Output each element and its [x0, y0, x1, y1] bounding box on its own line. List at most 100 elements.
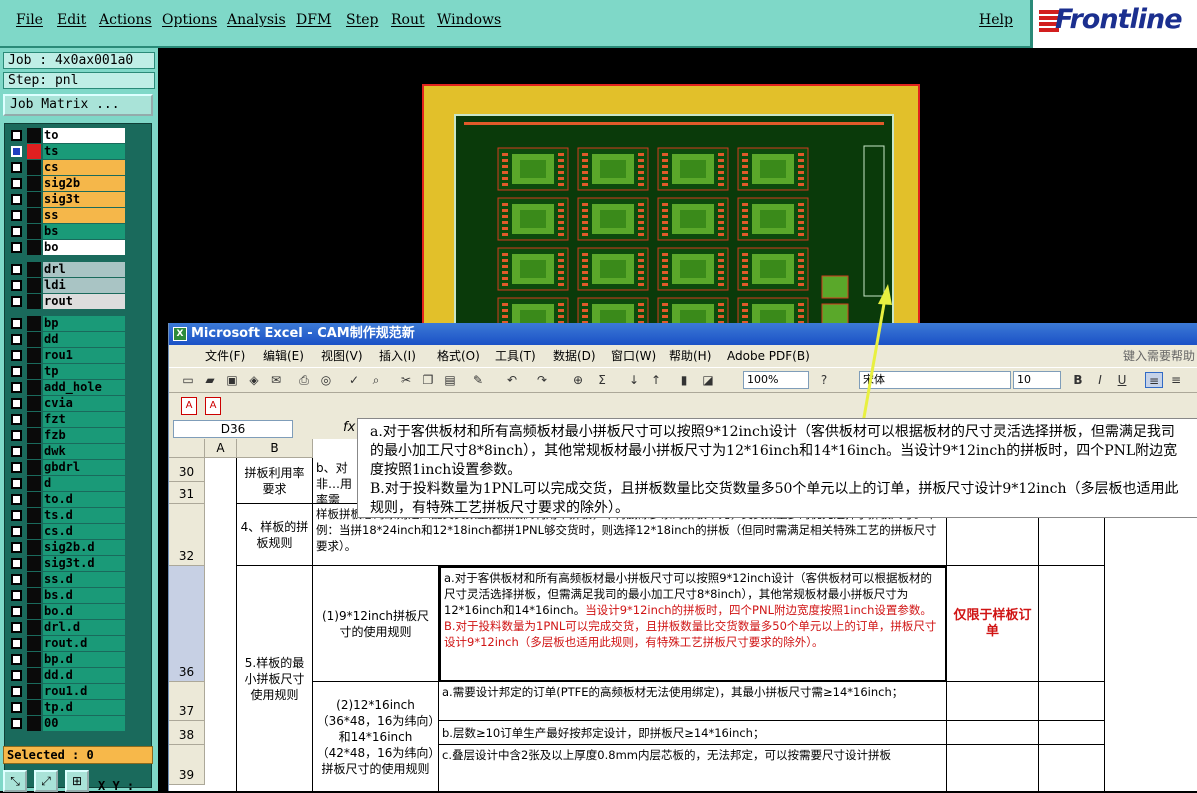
layer-checkbox[interactable] — [11, 178, 22, 189]
layer-checkbox[interactable] — [11, 334, 22, 345]
research-icon[interactable]: ⌕ — [367, 372, 385, 388]
menu-options[interactable]: Options — [162, 12, 217, 28]
align-center-icon[interactable]: ≡ — [1167, 372, 1185, 388]
excel-menu-item-2[interactable]: 视图(V) — [321, 345, 363, 367]
layer-row-drl-d[interactable]: drl.d — [7, 620, 127, 635]
menu-rout[interactable]: Rout — [391, 12, 425, 28]
excel-menu-item-4[interactable]: 格式(O) — [437, 345, 480, 367]
layer-checkbox[interactable] — [11, 446, 22, 457]
layer-checkbox[interactable] — [11, 590, 22, 601]
layer-checkbox[interactable] — [11, 430, 22, 441]
excel-menu-item-9[interactable]: Adobe PDF(B) — [727, 345, 810, 367]
layer-row-sig3t[interactable]: sig3t — [7, 192, 127, 207]
pcb-panel-view[interactable] — [422, 84, 920, 329]
layer-row-sig2b[interactable]: sig2b — [7, 176, 127, 191]
layer-row-bo[interactable]: bo — [7, 240, 127, 255]
layer-row-bs[interactable]: bs — [7, 224, 127, 239]
help-search-hint[interactable]: 键入需要帮助 — [1123, 345, 1195, 367]
layer-row-dwk[interactable]: dwk — [7, 444, 127, 459]
layer-row-ldi[interactable]: ldi — [7, 278, 127, 293]
permission-icon[interactable]: ◈ — [245, 372, 263, 388]
layer-checkbox[interactable] — [11, 558, 22, 569]
chart-wizard-icon[interactable]: ▮ — [675, 372, 693, 388]
layer-row-cs-d[interactable]: cs.d — [7, 524, 127, 539]
layer-row-dd-d[interactable]: dd.d — [7, 668, 127, 683]
layer-checkbox[interactable] — [11, 398, 22, 409]
layer-checkbox[interactable] — [11, 526, 22, 537]
menu-dfm[interactable]: DFM — [296, 12, 331, 28]
excel-menu-item-8[interactable]: 帮助(H) — [669, 345, 711, 367]
layer-checkbox[interactable] — [11, 510, 22, 521]
layer-checkbox[interactable] — [11, 670, 22, 681]
grid-tool-icon[interactable]: ⊞ — [65, 770, 89, 792]
fx-icon[interactable]: fx — [343, 420, 355, 435]
layer-row-ss[interactable]: ss — [7, 208, 127, 223]
cell-e39[interactable] — [947, 745, 1039, 791]
cell-e38[interactable] — [947, 721, 1039, 745]
layer-row-bs-d[interactable]: bs.d — [7, 588, 127, 603]
menu-windows[interactable]: Windows — [437, 12, 501, 28]
layer-checkbox[interactable] — [11, 606, 22, 617]
help-icon[interactable]: ? — [815, 372, 833, 388]
layer-row-rout-d[interactable]: rout.d — [7, 636, 127, 651]
cell-f37[interactable] — [1039, 682, 1105, 721]
sort-ascending-icon[interactable]: ↓ — [625, 372, 643, 388]
excel-menu-item-0[interactable]: 文件(F) — [205, 345, 245, 367]
cell-d38[interactable]: b.层数≥10订单生产最好按邦定设计，即拼板尺≥14*16inch； — [439, 721, 947, 745]
layer-checkbox[interactable] — [11, 622, 22, 633]
layer-row-add_hole[interactable]: add_hole — [7, 380, 127, 395]
font-size-select[interactable]: 10 — [1013, 371, 1061, 389]
italic-icon[interactable]: I — [1091, 372, 1109, 388]
menu-actions[interactable]: Actions — [99, 12, 152, 28]
layer-checkbox[interactable] — [11, 318, 22, 329]
layer-row-drl[interactable]: drl — [7, 262, 127, 277]
menu-analysis[interactable]: Analysis — [227, 12, 286, 28]
layer-row-to[interactable]: to — [7, 128, 127, 143]
layer-checkbox[interactable] — [11, 414, 22, 425]
cell-d37[interactable]: a.需要设计邦定的订单(PTFE的高频板材无法使用绑定)，其最小拼板尺寸需≥14… — [439, 682, 947, 721]
paste-icon[interactable]: ▤ — [441, 372, 459, 388]
row-header-39[interactable]: 39 — [169, 745, 205, 785]
layer-row-rou1[interactable]: rou1 — [7, 348, 127, 363]
layer-row-gbdrl[interactable]: gbdrl — [7, 460, 127, 475]
sort-descending-icon[interactable]: ↑ — [647, 372, 665, 388]
layer-row-cvia[interactable]: cvia — [7, 396, 127, 411]
layer-row-ss-d[interactable]: ss.d — [7, 572, 127, 587]
cell-f36[interactable] — [1039, 566, 1105, 682]
layer-checkbox[interactable] — [11, 264, 22, 275]
new-file-icon[interactable]: ▭ — [179, 372, 197, 388]
cell-f39[interactable] — [1039, 745, 1105, 791]
excel-menu-item-6[interactable]: 数据(D) — [553, 345, 596, 367]
spelling-icon[interactable]: ✓ — [345, 372, 363, 388]
layer-checkbox[interactable] — [11, 686, 22, 697]
layer-row-rout[interactable]: rout — [7, 294, 127, 309]
mail-icon[interactable]: ✉ — [267, 372, 285, 388]
excel-menu-item-7[interactable]: 窗口(W) — [611, 345, 656, 367]
layer-checkbox[interactable] — [11, 542, 22, 553]
bold-icon[interactable]: B — [1069, 372, 1087, 388]
layer-row-tp-d[interactable]: tp.d — [7, 700, 127, 715]
layer-row-sig2b-d[interactable]: sig2b.d — [7, 540, 127, 555]
layer-checkbox[interactable] — [11, 382, 22, 393]
select-all-corner[interactable] — [169, 439, 205, 458]
layer-row-rou1-d[interactable]: rou1.d — [7, 684, 127, 699]
menu-file[interactable]: File — [16, 12, 43, 28]
layer-row-cs[interactable]: cs — [7, 160, 127, 175]
layer-row-fzb[interactable]: fzb — [7, 428, 127, 443]
measure-tool-icon[interactable]: ⤢ — [34, 770, 58, 792]
cell-c36[interactable]: (1)9*12inch拼板尺寸的使用规则 — [313, 566, 439, 682]
layer-row-bo-d[interactable]: bo.d — [7, 604, 127, 619]
layer-checkbox[interactable] — [11, 478, 22, 489]
drawing-icon[interactable]: ◪ — [699, 372, 717, 388]
pdf-convert-icon[interactable]: A — [181, 397, 197, 415]
cell-b30[interactable]: 拼板利用率要求 — [237, 458, 313, 504]
layer-checkbox[interactable] — [11, 194, 22, 205]
print-preview-icon[interactable]: ◎ — [317, 372, 335, 388]
layer-checkbox[interactable] — [11, 366, 22, 377]
layer-checkbox[interactable] — [11, 130, 22, 141]
format-painter-icon[interactable]: ✎ — [469, 372, 487, 388]
cell-f38[interactable] — [1039, 721, 1105, 745]
layer-checkbox[interactable] — [11, 718, 22, 729]
layer-checkbox[interactable] — [11, 494, 22, 505]
layer-row-ts-d[interactable]: ts.d — [7, 508, 127, 523]
